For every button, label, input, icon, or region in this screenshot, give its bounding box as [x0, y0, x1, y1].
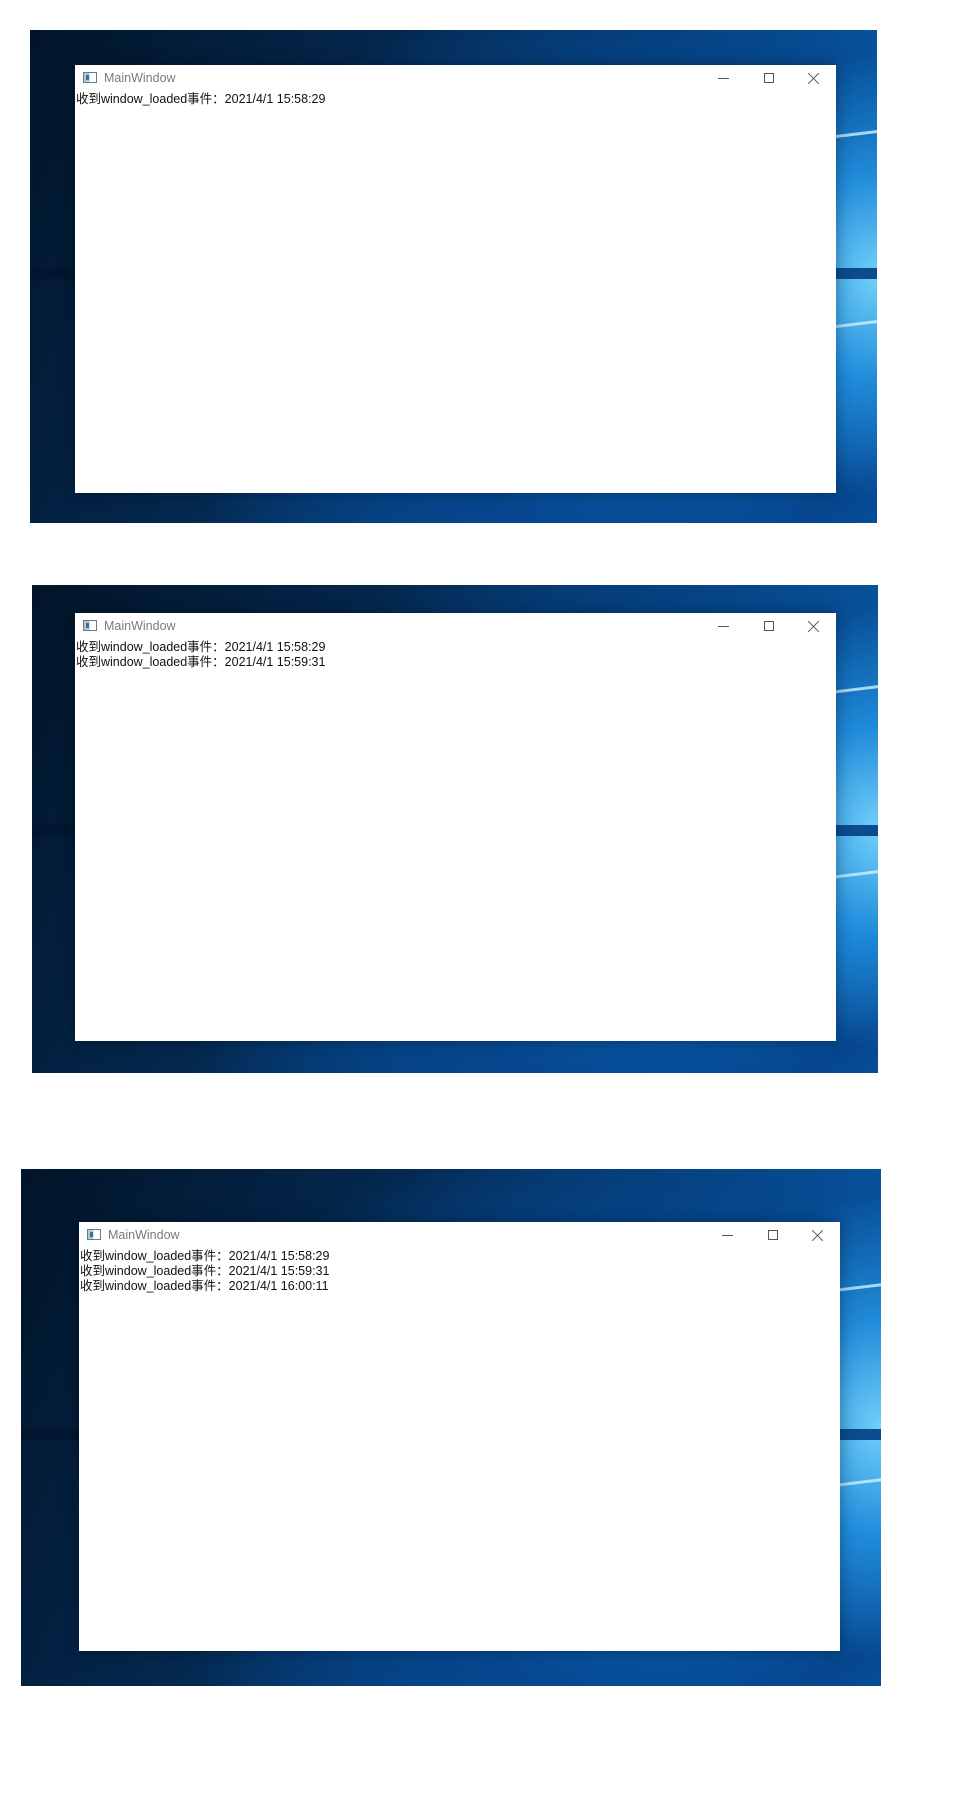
- desktop-screenshot-1: MainWindow 收到window_loaded事件：2021/4/1 15…: [30, 30, 877, 523]
- minimize-icon: [718, 626, 729, 627]
- main-window: MainWindow 收到window_loaded事件：2021/4/1 15…: [75, 613, 836, 1041]
- close-icon: [808, 72, 820, 84]
- log-line: 收到window_loaded事件：2021/4/1 16:00:11: [80, 1279, 329, 1293]
- event-log: 收到window_loaded事件：2021/4/1 15:58:29 收到wi…: [79, 1249, 840, 1294]
- application-window-icon: [87, 1229, 101, 1240]
- maximize-button[interactable]: [753, 1222, 793, 1250]
- minimize-icon: [722, 1235, 733, 1236]
- maximize-icon: [768, 1230, 778, 1240]
- minimize-button[interactable]: [704, 613, 744, 641]
- log-line: 收到window_loaded事件：2021/4/1 15:58:29: [80, 1249, 330, 1263]
- title-bar[interactable]: MainWindow: [75, 65, 836, 93]
- window-title: MainWindow: [108, 1228, 180, 1242]
- maximize-icon: [764, 621, 774, 631]
- log-line: 收到window_loaded事件：2021/4/1 15:58:29: [76, 92, 326, 106]
- title-bar[interactable]: MainWindow: [79, 1222, 840, 1250]
- maximize-button[interactable]: [749, 65, 789, 93]
- close-icon: [812, 1229, 824, 1241]
- main-window: MainWindow 收到window_loaded事件：2021/4/1 15…: [79, 1222, 840, 1651]
- window-title: MainWindow: [104, 619, 176, 633]
- event-log: 收到window_loaded事件：2021/4/1 15:58:29: [75, 92, 836, 107]
- window-title: MainWindow: [104, 71, 176, 85]
- application-window-icon: [83, 72, 97, 83]
- minimize-button[interactable]: [704, 65, 744, 93]
- minimize-button[interactable]: [708, 1222, 748, 1250]
- log-line: 收到window_loaded事件：2021/4/1 15:59:31: [76, 655, 326, 669]
- application-window-icon: [83, 620, 97, 631]
- event-log: 收到window_loaded事件：2021/4/1 15:58:29 收到wi…: [75, 640, 836, 670]
- desktop-screenshot-3: MainWindow 收到window_loaded事件：2021/4/1 15…: [21, 1169, 881, 1686]
- title-bar[interactable]: MainWindow: [75, 613, 836, 641]
- close-button[interactable]: [794, 65, 834, 93]
- close-button[interactable]: [798, 1222, 838, 1250]
- log-line: 收到window_loaded事件：2021/4/1 15:59:31: [80, 1264, 330, 1278]
- log-line: 收到window_loaded事件：2021/4/1 15:58:29: [76, 640, 326, 654]
- main-window: MainWindow 收到window_loaded事件：2021/4/1 15…: [75, 65, 836, 493]
- close-button[interactable]: [794, 613, 834, 641]
- minimize-icon: [718, 78, 729, 79]
- desktop-screenshot-2: MainWindow 收到window_loaded事件：2021/4/1 15…: [32, 585, 878, 1073]
- close-icon: [808, 620, 820, 632]
- maximize-icon: [764, 73, 774, 83]
- maximize-button[interactable]: [749, 613, 789, 641]
